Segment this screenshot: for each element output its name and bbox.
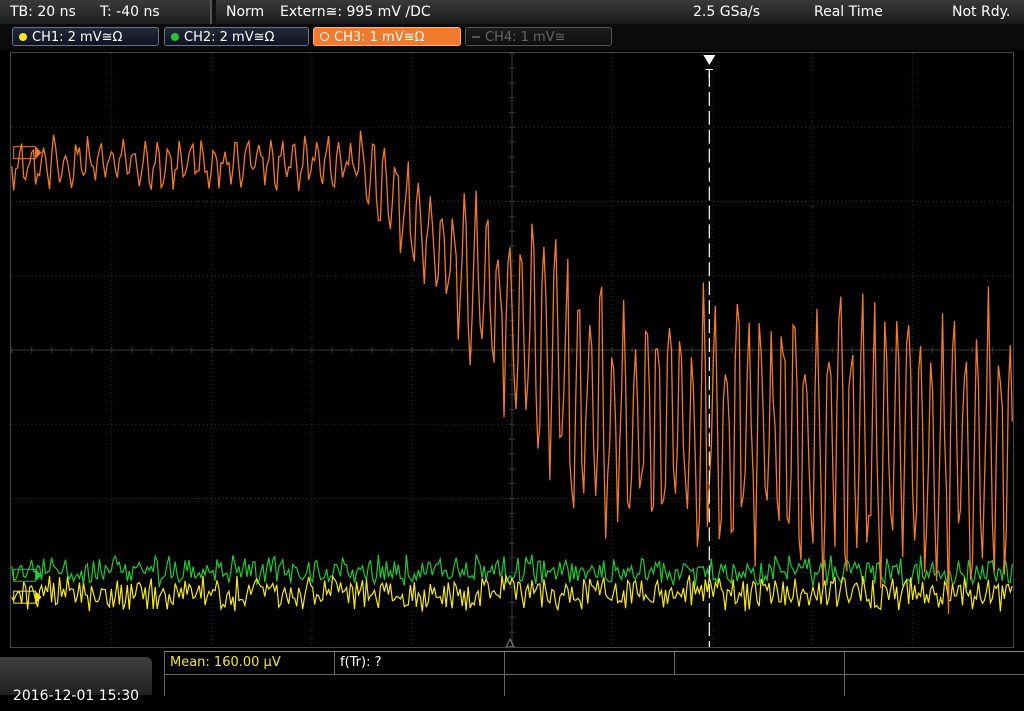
svg-text:T: T xyxy=(705,67,714,81)
measurement-slot-5[interactable] xyxy=(844,652,1024,674)
measurement-slot-3[interactable] xyxy=(504,652,674,674)
run-state: Not Rdy. xyxy=(952,4,1011,20)
measurement-slot-7[interactable] xyxy=(504,674,844,696)
waveform-display[interactable]: T xyxy=(10,52,1014,648)
measurement-slot-8[interactable] xyxy=(844,674,1024,696)
acquisition-mode: Real Time xyxy=(814,4,883,20)
channel-4-button[interactable]: CH4: 1 mV≅ xyxy=(465,27,612,46)
date-time-box: 2016-12-01 15:30 xyxy=(0,657,152,703)
rise-time-measurement[interactable]: f(Tr): ? xyxy=(334,652,504,674)
channel-1-button[interactable]: CH1: 2 mV≅Ω xyxy=(12,27,159,46)
channel-2-indicator-icon xyxy=(171,33,179,41)
channel-4-indicator-icon xyxy=(472,36,480,38)
trigger-marker-icon[interactable]: T xyxy=(703,54,716,81)
mean-measurement[interactable]: Mean: 160.00 μV xyxy=(164,652,334,674)
channel-2-label: CH2: 2 mV≅Ω xyxy=(184,30,275,45)
sample-rate: 2.5 GSa/s xyxy=(693,4,761,20)
channel-1-indicator-icon xyxy=(19,33,27,41)
channel-1-label: CH1: 2 mV≅Ω xyxy=(32,30,123,45)
channel-4-label: CH4: 1 mV≅ xyxy=(485,30,566,45)
acquisition-status[interactable]: Norm Extern≅: 995 mV ∕DC 2.5 GSa/s Real … xyxy=(216,0,1024,24)
channel-2-button[interactable]: CH2: 2 mV≅Ω xyxy=(164,27,309,46)
measurement-panel[interactable]: Mean: 160.00 μV f(Tr): ? xyxy=(164,651,1024,696)
trigger-mode: Norm xyxy=(226,4,265,20)
measurement-slot-6[interactable] xyxy=(164,674,504,696)
trigger-time-label: T: -40 ns xyxy=(100,4,160,20)
timebase-label: TB: 20 ns xyxy=(10,4,76,20)
channel-3-indicator-icon xyxy=(320,32,329,41)
trigger-source: Extern≅: 995 mV ∕DC xyxy=(280,4,431,20)
channel-bar: CH1: 2 mV≅Ω CH2: 2 mV≅Ω CH3: 1 mV≅Ω CH4:… xyxy=(0,24,1024,50)
center-marker-icon xyxy=(505,637,515,647)
graticule xyxy=(11,53,1013,647)
date-time: 2016-12-01 15:30 xyxy=(12,688,140,704)
channel-3-label: CH3: 1 mV≅Ω xyxy=(334,30,425,45)
measurement-slot-4[interactable] xyxy=(674,652,844,674)
channel-3-ground-marker-icon[interactable] xyxy=(13,146,42,160)
top-status-bar: TB: 20 ns T: -40 ns Norm Extern≅: 995 mV… xyxy=(0,0,1024,24)
channel-3-button[interactable]: CH3: 1 mV≅Ω xyxy=(313,27,461,46)
timebase-box[interactable]: TB: 20 ns T: -40 ns xyxy=(0,0,212,24)
